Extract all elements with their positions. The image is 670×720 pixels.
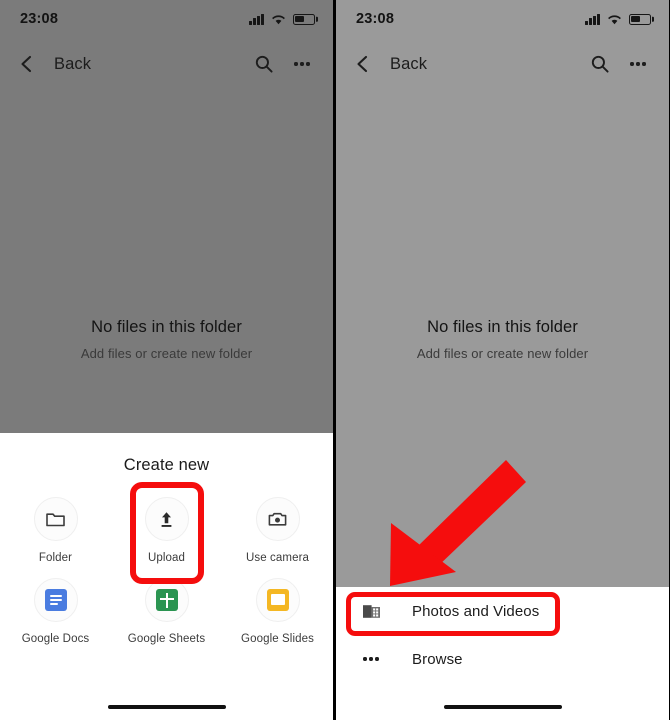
empty-state-title: No files in this folder [91, 318, 242, 336]
dual-screenshot-stage: 23:08 Back No files in this folder Add f… [0, 0, 670, 720]
camera-icon [255, 497, 300, 541]
create-option-label: Folder [38, 552, 73, 564]
status-bar-icons [585, 13, 651, 25]
empty-state-left: No files in this folder Add files or cre… [0, 318, 333, 361]
cellular-signal-icon [585, 13, 600, 25]
home-indicator [443, 704, 562, 709]
empty-state-title: No files in this folder [427, 318, 578, 336]
create-option-google-slides[interactable]: Google Slides [222, 570, 333, 651]
status-bar-icons [249, 13, 315, 25]
status-bar-clock: 23:08 [356, 11, 395, 27]
create-option-label: Google Slides [241, 633, 314, 645]
battery-icon [293, 13, 315, 25]
more-options-icon[interactable] [287, 49, 317, 79]
create-option-label: Google Docs [21, 633, 90, 645]
create-new-grid: Folder Upload Use camera Google Docs Goo… [0, 489, 333, 651]
create-option-label: Upload [147, 552, 186, 564]
empty-state-right: No files in this folder Add files or cre… [336, 318, 669, 361]
create-new-title: Create new [123, 456, 210, 474]
google-sheets-icon [144, 578, 189, 622]
upload-icon [144, 497, 189, 541]
upload-source-label: Browse [412, 650, 463, 668]
upload-source-label: Photos and Videos [412, 602, 540, 620]
create-option-google-sheets[interactable]: Google Sheets [111, 570, 222, 651]
empty-state-subtitle: Add files or create new folder [80, 346, 253, 361]
create-option-upload[interactable]: Upload [111, 489, 222, 570]
back-label[interactable]: Back [54, 55, 91, 74]
create-option-google-docs[interactable]: Google Docs [0, 570, 111, 651]
back-label[interactable]: Back [390, 55, 427, 74]
more-horizontal-icon [358, 657, 384, 661]
app-bar-right: Back [336, 38, 669, 90]
upload-source-browse[interactable]: Browse [336, 635, 669, 683]
wifi-icon [607, 14, 622, 25]
create-option-label: Google Sheets [127, 633, 206, 645]
wifi-icon [271, 14, 286, 25]
back-chevron-icon[interactable] [14, 51, 40, 77]
search-icon[interactable] [585, 49, 615, 79]
back-chevron-icon[interactable] [350, 51, 376, 77]
empty-state-subtitle: Add files or create new folder [416, 346, 589, 361]
battery-icon [629, 13, 651, 25]
photos-and-videos-icon [358, 602, 384, 621]
search-icon[interactable] [249, 49, 279, 79]
create-option-folder[interactable]: Folder [0, 489, 111, 570]
create-new-bottom-sheet: Create new Folder Upload Use camera Goog… [0, 433, 333, 720]
home-indicator [107, 704, 226, 709]
upload-source-photos-and-videos[interactable]: Photos and Videos [336, 587, 669, 635]
upload-source-bottom-sheet: Photos and Videos Browse [336, 587, 669, 720]
status-bar-right: 23:08 [336, 0, 669, 38]
right-phone-screen: 23:08 Back No files in this folder Add f… [336, 0, 669, 720]
status-bar-clock: 23:08 [20, 11, 59, 27]
cellular-signal-icon [249, 13, 264, 25]
google-slides-icon [255, 578, 300, 622]
left-phone-screen: 23:08 Back No files in this folder Add f… [0, 0, 333, 720]
folder-icon [33, 497, 78, 541]
create-option-label: Use camera [246, 552, 309, 564]
more-options-icon[interactable] [623, 49, 653, 79]
app-bar-left: Back [0, 38, 333, 90]
status-bar-left: 23:08 [0, 0, 333, 38]
google-docs-icon [33, 578, 78, 622]
create-option-use-camera[interactable]: Use camera [222, 489, 333, 570]
